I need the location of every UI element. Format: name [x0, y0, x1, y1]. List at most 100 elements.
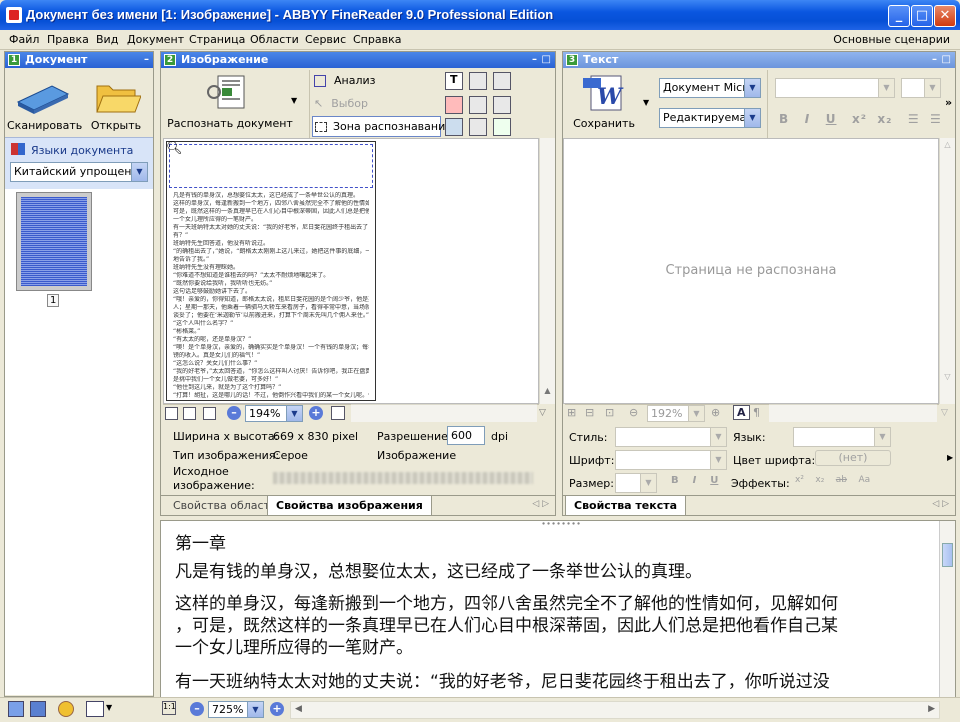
- fit-width-icon[interactable]: ⊟: [585, 406, 594, 419]
- chevron-down-icon[interactable]: ▼: [710, 451, 726, 469]
- small-caps-icon[interactable]: Aa: [858, 475, 870, 485]
- zoom-out-button[interactable]: ⊖: [629, 406, 638, 419]
- size-select-disabled[interactable]: ▼: [901, 78, 941, 98]
- save-icon[interactable]: [30, 701, 46, 717]
- fit-height-icon[interactable]: ⊡: [605, 406, 614, 419]
- layout-mode-select[interactable]: Редактируемая ▼: [659, 108, 761, 128]
- tab-scroll-arrows-icon[interactable]: ◁ ▷: [532, 499, 549, 509]
- scroll-up-icon[interactable]: △: [940, 140, 955, 149]
- scroll-thumb[interactable]: [942, 543, 953, 567]
- menu-page[interactable]: Страница: [189, 33, 245, 46]
- text-view-icon[interactable]: A: [733, 405, 750, 420]
- select-tool[interactable]: ↖ Выбор: [314, 97, 368, 110]
- menu-tools[interactable]: Сервис: [305, 33, 346, 46]
- style-select[interactable]: ▼: [615, 427, 727, 447]
- zoom-in-button[interactable]: +: [270, 702, 284, 716]
- language-select[interactable]: Китайский упрощен... ▼: [10, 162, 148, 182]
- text-area-icon[interactable]: T: [445, 72, 463, 90]
- view-mode-icon[interactable]: [86, 701, 104, 717]
- recognize-dropdown-icon[interactable]: ▼: [291, 96, 297, 105]
- maximize-button[interactable]: □: [911, 5, 933, 27]
- analyze-tool[interactable]: Анализ: [314, 74, 376, 87]
- scroll-right-icon[interactable]: ▶: [928, 704, 935, 714]
- picture-icon[interactable]: [445, 96, 463, 114]
- strikethrough-icon[interactable]: ab: [836, 475, 847, 485]
- chevron-down-icon[interactable]: ▼: [744, 79, 760, 97]
- edit-icon[interactable]: [493, 118, 511, 136]
- chevron-down-icon[interactable]: ▼: [710, 428, 726, 446]
- zoom-out-button[interactable]: –: [227, 406, 241, 420]
- font-select-disabled[interactable]: ▼: [775, 78, 895, 98]
- underline-icon[interactable]: U: [826, 112, 837, 126]
- chevron-down-icon[interactable]: ▼: [247, 702, 263, 717]
- pane-maximize-icon[interactable]: □: [542, 52, 551, 68]
- chevron-down-icon[interactable]: ▼: [878, 79, 894, 97]
- font-color-value[interactable]: (нет): [815, 450, 891, 466]
- chevron-down-icon[interactable]: ▼: [744, 109, 760, 127]
- scroll-up-icon[interactable]: ▲: [540, 386, 555, 395]
- pane-minimize-icon[interactable]: –: [144, 52, 149, 68]
- zoom-area-icon[interactable]: [331, 406, 345, 420]
- subscript-icon[interactable]: x₂: [877, 112, 892, 126]
- image-viewport[interactable]: 凡是有钱的单身汉，总想娶位太太，这已经成了一条举世公认的真理。 这样的单身汉，每逢…: [163, 138, 539, 404]
- tab-text-properties[interactable]: Свойства текста: [565, 496, 687, 516]
- menu-edit[interactable]: Правка: [47, 33, 89, 46]
- pages-icon[interactable]: [8, 701, 24, 717]
- save-button[interactable]: W Сохранить: [567, 72, 641, 130]
- pane-maximize-icon[interactable]: □: [942, 52, 951, 68]
- toolbar-overflow-icon[interactable]: »: [945, 96, 952, 109]
- close-button[interactable]: ✕: [934, 5, 956, 27]
- recognize-button[interactable]: Распознать документ: [165, 72, 295, 130]
- chevron-down-icon[interactable]: ▼: [131, 163, 147, 181]
- view-mode-dropdown-icon[interactable]: ▼: [106, 703, 112, 712]
- text-horizontal-scrollbar[interactable]: [769, 404, 937, 422]
- italic-icon[interactable]: I: [693, 475, 697, 486]
- align-center-icon[interactable]: ☰: [930, 112, 942, 126]
- text-size-select[interactable]: ▼: [615, 473, 657, 493]
- page-thumbnail[interactable]: [16, 192, 92, 291]
- fit-page-icon[interactable]: ⊞: [567, 406, 576, 419]
- tab-scroll-arrows-icon[interactable]: ◁ ▷: [932, 499, 949, 509]
- underline-icon[interactable]: U: [710, 475, 718, 486]
- save-dropdown-icon[interactable]: ▼: [643, 98, 649, 107]
- superscript-icon[interactable]: x²: [852, 112, 867, 126]
- image-zoom-select[interactable]: 194% ▼: [245, 405, 303, 422]
- superscript-icon[interactable]: x²: [795, 475, 804, 485]
- add-area-icon[interactable]: [469, 96, 487, 114]
- scroll-down-icon[interactable]: ▽: [941, 408, 948, 418]
- expand-arrow-icon[interactable]: ▶: [947, 453, 953, 462]
- zoom-horizontal-scrollbar[interactable]: ◀ ▶: [290, 701, 940, 719]
- fit-icon[interactable]: 1:1: [162, 701, 176, 715]
- fit-height-icon[interactable]: [203, 407, 216, 420]
- recognition-area[interactable]: [169, 144, 373, 188]
- chevron-down-icon[interactable]: ▼: [924, 79, 940, 97]
- options-icon[interactable]: [58, 701, 74, 717]
- fit-page-icon[interactable]: [165, 407, 178, 420]
- menu-file[interactable]: Файл: [9, 33, 39, 46]
- menu-view[interactable]: Вид: [96, 33, 118, 46]
- zoom-pane[interactable]: ∙∙∙∙∙∙∙∙ 第一章 凡是有钱的单身汉，总想娶位太太，这已经成了一条举世公认…: [160, 520, 956, 700]
- save-format-select[interactable]: Документ Micro ▼: [659, 78, 761, 98]
- text-vertical-scrollbar[interactable]: △ ▽: [939, 138, 955, 404]
- resolution-input[interactable]: 600: [447, 426, 485, 445]
- chevron-down-icon[interactable]: ▼: [640, 474, 656, 492]
- chevron-down-icon[interactable]: ▼: [688, 406, 704, 421]
- main-scenarios-link[interactable]: Основные сценарии: [833, 33, 950, 46]
- zoom-in-button[interactable]: ⊕: [711, 406, 720, 419]
- scroll-down-icon[interactable]: ▽: [539, 408, 546, 418]
- zoom-out-button[interactable]: –: [190, 702, 204, 716]
- chevron-down-icon[interactable]: ▼: [286, 406, 302, 421]
- bold-icon[interactable]: B: [671, 475, 679, 486]
- minimize-button[interactable]: _: [888, 5, 910, 27]
- fit-width-icon[interactable]: [183, 407, 196, 420]
- zoom-pane-select[interactable]: 725% ▼: [208, 701, 264, 718]
- app-icon[interactable]: [6, 7, 22, 23]
- menu-help[interactable]: Справка: [353, 33, 401, 46]
- scan-button[interactable]: Сканировать: [7, 76, 82, 132]
- page-image[interactable]: 凡是有钱的单身汉，总想娶位太太，这已经成了一条举世公认的真理。 这样的单身汉，每逢…: [166, 141, 376, 401]
- image-vertical-scrollbar[interactable]: ▲: [539, 138, 555, 404]
- text-font-select[interactable]: ▼: [615, 450, 727, 470]
- menu-document[interactable]: Документ: [127, 33, 184, 46]
- text-editor[interactable]: Страница не распознана: [563, 138, 939, 404]
- align-left-icon[interactable]: ☰: [908, 112, 920, 126]
